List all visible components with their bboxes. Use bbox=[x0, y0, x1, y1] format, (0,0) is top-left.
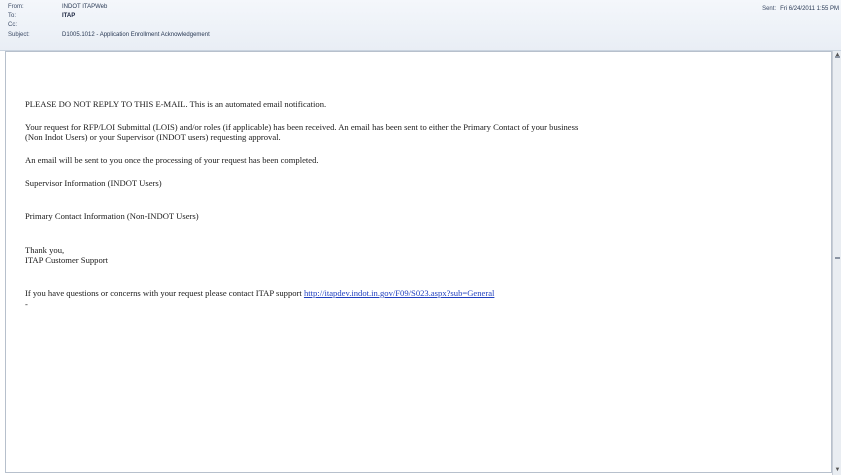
request-line-2: (Non Indot Users) or your Supervisor (IN… bbox=[25, 132, 281, 142]
questions-text: If you have questions or concerns with y… bbox=[25, 288, 304, 298]
signature-text: ITAP Customer Support bbox=[25, 255, 109, 265]
no-reply-notice: PLEASE DO NOT REPLY TO THIS E-MAIL. This… bbox=[25, 99, 327, 109]
processing-notice: An email will be sent to you once the pr… bbox=[25, 155, 319, 165]
subject-value: D1005.1012 - Application Enrollment Ackn… bbox=[62, 32, 210, 38]
to-label: To: bbox=[8, 13, 17, 19]
sent-value: Fri 6/24/2011 1:55 PM bbox=[780, 6, 839, 12]
vertical-scrollbar[interactable]: ▲ ▼ bbox=[832, 51, 841, 475]
sent-info: Sent: Fri 6/24/2011 1:55 PM bbox=[762, 6, 839, 12]
message-body[interactable]: PLEASE DO NOT REPLY TO THIS E-MAIL. This… bbox=[5, 51, 832, 473]
sent-label: Sent: bbox=[762, 6, 777, 12]
questions-line: If you have questions or concerns with y… bbox=[25, 288, 494, 298]
cc-label: Cc: bbox=[8, 22, 17, 28]
to-value[interactable]: ITAP bbox=[62, 12, 75, 20]
trailing-dash: - bbox=[25, 299, 28, 309]
scroll-thumb-middle-mark bbox=[835, 257, 840, 259]
support-link[interactable]: http://itapdev.indot.in.gov/F09/S023.asp… bbox=[304, 288, 494, 298]
subject-label: Subject: bbox=[8, 32, 30, 38]
scroll-thumb-top-mark bbox=[835, 56, 840, 58]
request-line-1: Your request for RFP/LOI Submittal (LOIS… bbox=[25, 122, 579, 132]
from-label: From: bbox=[8, 4, 24, 10]
supervisor-info-heading: Supervisor Information (INDOT Users) bbox=[25, 178, 162, 188]
primary-contact-heading: Primary Contact Information (Non-INDOT U… bbox=[25, 211, 199, 221]
message-header: From: INDOT ITAPWeb To: ITAP Cc: Subject… bbox=[0, 0, 841, 51]
thank-you-text: Thank you, bbox=[25, 245, 65, 255]
from-value[interactable]: INDOT ITAPWeb bbox=[62, 3, 107, 11]
scroll-down-arrow-icon[interactable]: ▼ bbox=[833, 466, 841, 475]
